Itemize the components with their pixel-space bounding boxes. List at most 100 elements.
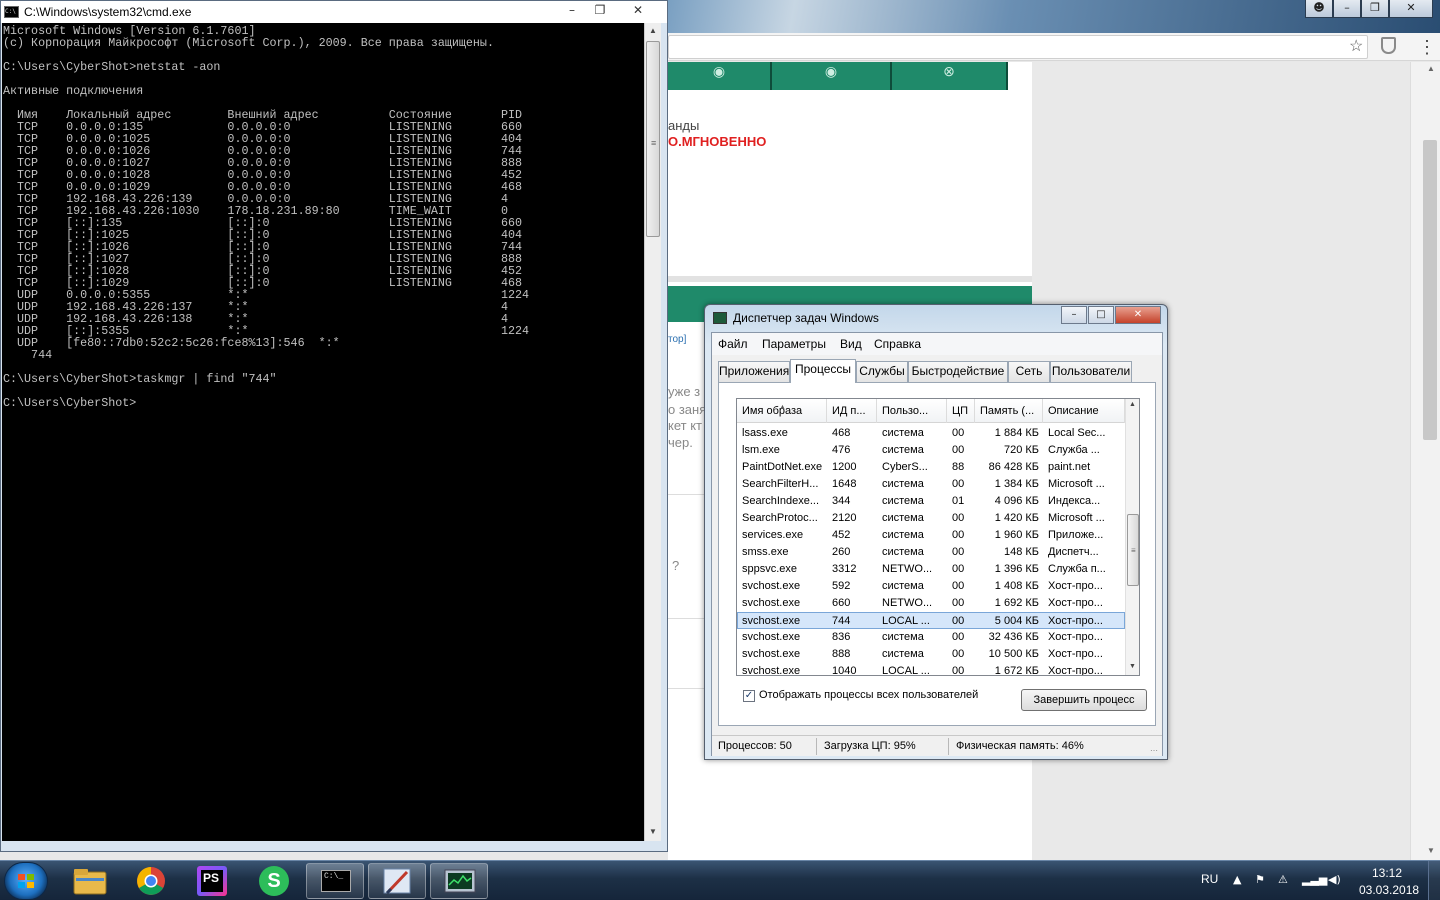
task-manager-minimize-button[interactable]: – (1061, 306, 1087, 324)
column-header-description[interactable]: Описание (1043, 399, 1125, 423)
process-cell-cpu: 00 (952, 563, 965, 575)
bookmark-star-icon[interactable]: ☆ (1349, 36, 1363, 56)
process-row[interactable]: PaintDotNet.exe 1200 CyberS... 88 86 428 КБ p… (737, 459, 1125, 476)
taskbar-task-manager-button[interactable] (430, 863, 488, 899)
language-indicator[interactable]: RU (1201, 872, 1218, 886)
browser-restore-button[interactable]: ❐ (1361, 0, 1389, 18)
robot-icon: ◉ (712, 63, 726, 79)
address-bar[interactable] (668, 35, 1368, 59)
volume-icon[interactable]: ◀) (1328, 873, 1341, 886)
process-row[interactable]: svchost.exe 660 NETWO... 00 1 692 КБ Хост-про… (737, 595, 1125, 612)
taskbar-cmd-button[interactable]: C:\_ (306, 863, 364, 899)
process-cell-desc: Хост-про... (1048, 580, 1103, 592)
action-center-flag-icon[interactable]: ⚑ (1255, 873, 1265, 886)
tab-users[interactable]: Пользователи (1050, 361, 1132, 382)
scroll-down-arrow-icon[interactable]: ▼ (649, 827, 657, 836)
tab-performance[interactable]: Быстродействие (908, 361, 1008, 382)
site-nav-tab-3[interactable]: ⊗ (892, 62, 1008, 90)
process-cell-user: система (882, 546, 924, 558)
cmd-window: C:\ C:\Windows\system32\cmd.exe – ❐ ✕ Mi… (0, 0, 668, 852)
process-list-scrollbar[interactable]: ▲ ≡ ▼ (1125, 399, 1139, 675)
scroll-down-arrow-icon[interactable]: ▼ (1427, 846, 1435, 855)
cmd-minimize-button[interactable]: – (559, 1, 585, 20)
shield-extension-icon[interactable] (1381, 37, 1396, 54)
site-small-link[interactable]: тор] (668, 334, 686, 345)
process-row[interactable]: svchost.exe 836 система 00 32 436 КБ Хост-про… (737, 629, 1125, 646)
process-cell-mem: 1 408 КБ (994, 580, 1039, 592)
show-all-users-label[interactable]: Отображать процессы всех пользователей (759, 689, 978, 701)
clock-time[interactable]: 13:12 (1372, 866, 1402, 880)
process-cell-desc: paint.net (1048, 461, 1091, 473)
process-row[interactable]: SearchFilterH... 1648 система 00 1 384 КБ Mic… (737, 476, 1125, 493)
column-header-pid[interactable]: ИД п... (827, 399, 877, 423)
site-nav-tab-2[interactable]: ◉ (772, 62, 892, 90)
column-header-image-name[interactable]: ▲ Имя образа (737, 399, 827, 423)
status-physical-memory: Физическая память: 46% (956, 740, 1084, 752)
tab-processes[interactable]: Процессы (790, 359, 856, 383)
taskbar-skype-button[interactable]: S (246, 863, 304, 899)
menu-help[interactable]: Справка (874, 337, 921, 351)
grip-icon: ≡ (651, 138, 657, 148)
task-manager-maximize-button[interactable]: □ (1088, 306, 1114, 324)
process-row[interactable]: svchost.exe 744 LOCAL ... 00 5 004 КБ Хост-пр… (737, 612, 1125, 629)
process-cell-name: svchost.exe (742, 665, 801, 676)
security-alert-icon[interactable]: ⚠ (1278, 873, 1288, 886)
show-hidden-icons-icon[interactable]: ▲ (1233, 873, 1241, 886)
resize-grip-icon[interactable]: ⋯ (1150, 746, 1158, 755)
tab-services[interactable]: Службы (856, 361, 908, 382)
end-process-button[interactable]: Завершить процесс (1021, 689, 1147, 711)
cmd-maximize-button[interactable]: ❐ (587, 1, 613, 20)
cmd-console[interactable]: Microsoft Windows [Version 6.1.7601] (c)… (2, 23, 644, 841)
process-row[interactable]: lsass.exe 468 система 00 1 884 КБ Local Sec..… (737, 425, 1125, 442)
show-desktop-button[interactable] (1428, 861, 1440, 900)
process-row[interactable]: SearchProtoc... 2120 система 00 1 420 КБ Micr… (737, 510, 1125, 527)
process-cell-pid: 836 (832, 631, 851, 643)
process-row[interactable]: SearchIndexe... 344 система 01 4 096 КБ Индек… (737, 493, 1125, 510)
tab-networking[interactable]: Сеть (1008, 361, 1050, 382)
browser-minimize-button[interactable]: – (1333, 0, 1361, 18)
process-row[interactable]: smss.exe 260 система 00 148 КБ Диспетч... (737, 544, 1125, 561)
tab-applications[interactable]: Приложения (718, 361, 790, 382)
network-signal-icon[interactable]: ▂▃▅ (1302, 873, 1327, 886)
scroll-up-arrow-icon[interactable]: ▲ (1129, 401, 1136, 408)
menu-view[interactable]: Вид (840, 337, 862, 351)
taskbar-chrome-button[interactable] (122, 863, 180, 899)
process-row[interactable]: svchost.exe 1040 LOCAL ... 00 1 672 КБ Хост-п… (737, 663, 1125, 676)
menu-kebab-icon[interactable]: ⋮ (1418, 35, 1436, 59)
process-cell-desc: Приложе... (1048, 529, 1104, 541)
taskbar-phpstorm-button[interactable]: PS (184, 863, 242, 899)
process-list-scroll-thumb[interactable]: ≡ (1127, 514, 1139, 586)
process-list[interactable]: ▲ Имя образа ИД п... Пользо... ЦП Память… (736, 398, 1140, 676)
start-button[interactable] (4, 862, 48, 900)
column-header-memory[interactable]: Память (... (975, 399, 1043, 423)
cmd-scroll-thumb[interactable]: ≡ (646, 41, 660, 237)
process-row[interactable]: svchost.exe 592 система 00 1 408 КБ Хост-про.… (737, 578, 1125, 595)
taskbar-explorer-button[interactable] (60, 863, 118, 899)
cmd-titlebar[interactable]: C:\ C:\Windows\system32\cmd.exe – ❐ ✕ (1, 1, 667, 23)
cmd-close-button[interactable]: ✕ (615, 1, 661, 20)
show-all-users-checkbox[interactable]: ✓ (743, 690, 755, 702)
process-row[interactable]: sppsvc.exe 3312 NETWO... 00 1 396 КБ Служба п… (737, 561, 1125, 578)
taskbar-paint-net-button[interactable] (368, 863, 426, 899)
menu-options[interactable]: Параметры (762, 337, 826, 351)
process-row[interactable]: services.exe 452 система 00 1 960 КБ Приложе.… (737, 527, 1125, 544)
page-scroll-thumb[interactable] (1423, 140, 1437, 440)
column-header-user[interactable]: Пользо... (877, 399, 947, 423)
clock-date[interactable]: 03.03.2018 (1359, 883, 1419, 897)
task-manager-titlebar[interactable]: Диспетчер задач Windows – □ ✕ (705, 305, 1167, 329)
task-manager-close-button[interactable]: ✕ (1115, 306, 1161, 324)
site-nav-tab-1[interactable]: ◉ (668, 62, 772, 90)
scroll-down-arrow-icon[interactable]: ▼ (1129, 663, 1136, 670)
column-header-cpu[interactable]: ЦП (947, 399, 975, 423)
profile-button[interactable]: ☻ (1305, 0, 1333, 18)
process-cell-name: svchost.exe (742, 597, 801, 609)
scroll-up-arrow-icon[interactable]: ▲ (649, 26, 657, 35)
browser-close-button[interactable]: ✕ (1389, 0, 1433, 18)
process-cell-name: svchost.exe (742, 580, 801, 592)
menu-file[interactable]: Файл (718, 337, 748, 351)
process-row[interactable]: svchost.exe 888 система 00 10 500 КБ Хост-про… (737, 646, 1125, 663)
status-separator (948, 738, 949, 755)
process-row[interactable]: lsm.exe 476 система 00 720 КБ Служба ... (737, 442, 1125, 459)
scroll-up-arrow-icon[interactable]: ▲ (1427, 64, 1435, 73)
cmd-scrollbar[interactable]: ▲ ≡ ▼ (644, 23, 661, 841)
